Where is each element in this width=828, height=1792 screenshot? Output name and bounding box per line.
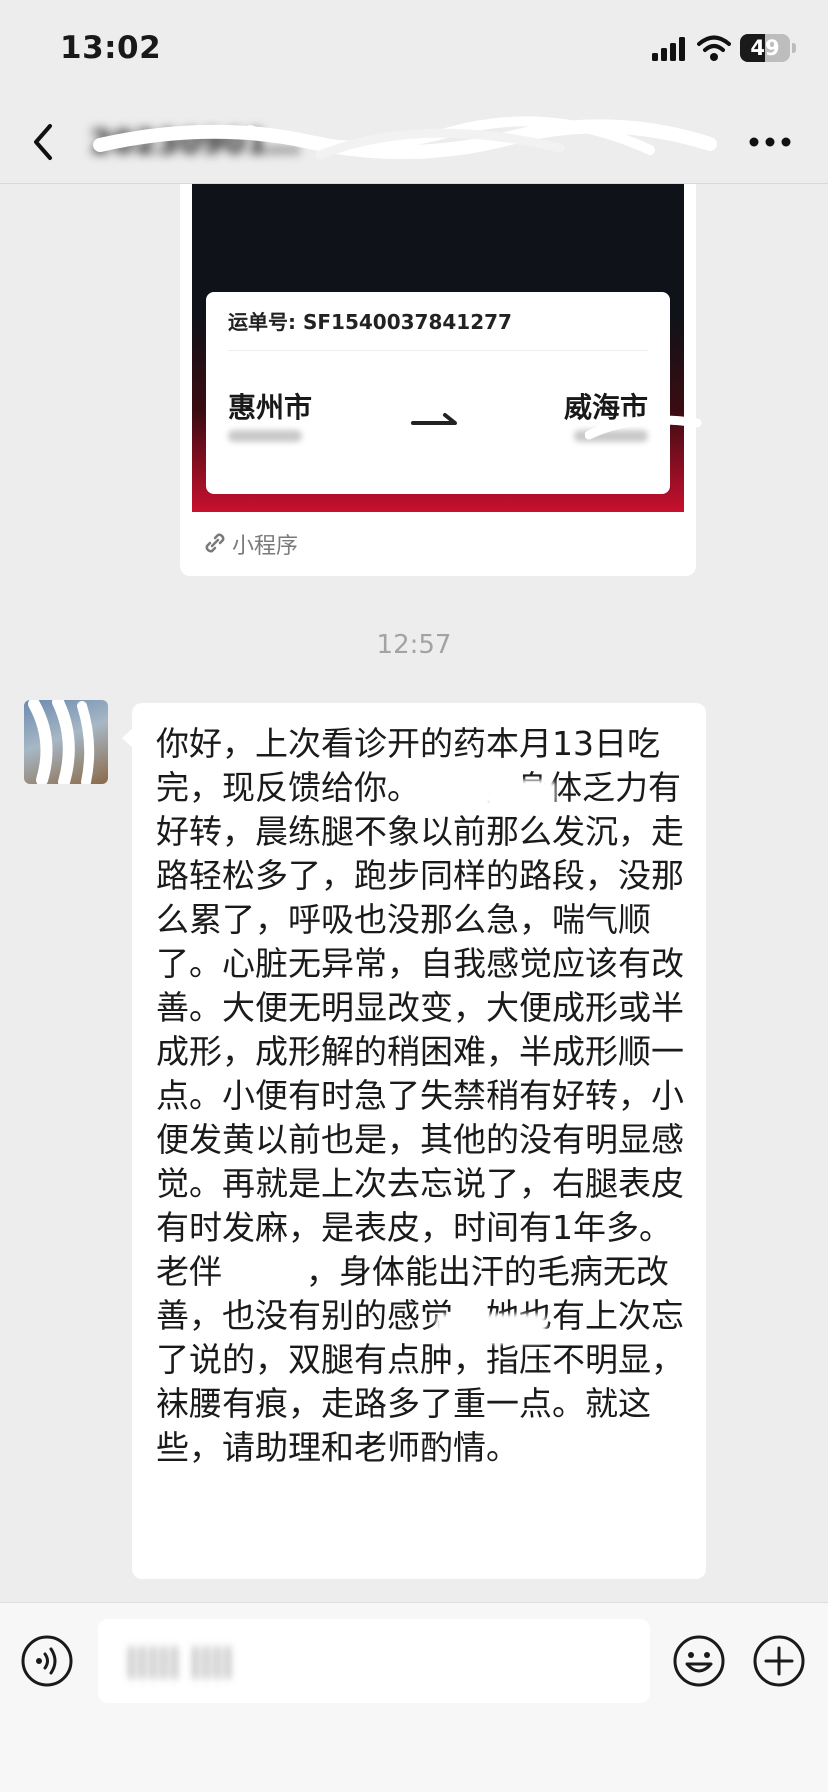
message-input[interactable]: ||||| |||| bbox=[98, 1619, 650, 1703]
message-text: 你好，上次看诊开的药本月13日吃完，现反馈给你。 ，身体乏力有好转，晨练腿不象以… bbox=[156, 724, 684, 1467]
waybill-divider bbox=[228, 350, 648, 351]
battery-tip bbox=[792, 43, 796, 53]
title-redaction-scribble bbox=[93, 116, 717, 160]
smiley-icon[interactable] bbox=[672, 1634, 726, 1688]
origin-detail-redacted bbox=[228, 430, 302, 442]
sender-avatar[interactable] bbox=[24, 700, 108, 784]
waybill-label: 运单号: bbox=[228, 310, 296, 334]
mini-program-label: 小程序 bbox=[232, 534, 299, 559]
ellipsis-icon[interactable] bbox=[748, 130, 792, 154]
message-redaction bbox=[485, 780, 555, 806]
chat-input-bar: ||||| |||| bbox=[0, 1602, 828, 1792]
signal-icon bbox=[652, 37, 685, 61]
message-redaction bbox=[436, 1314, 546, 1344]
status-bar: 13:02 49 bbox=[0, 0, 828, 100]
message-timestamp: 12:57 bbox=[376, 630, 452, 660]
chevron-left-icon[interactable] bbox=[28, 120, 58, 164]
waybill-number-row: 运单号: SF1540037841277 bbox=[228, 306, 512, 335]
chat-nav-bar: 20230901… bbox=[0, 100, 828, 184]
origin-city: 惠州市 bbox=[228, 391, 313, 424]
waybill-panel: 运单号: SF1540037841277 惠州市 威海市 bbox=[206, 292, 670, 494]
battery-level: 49 bbox=[750, 36, 780, 60]
mini-program-card[interactable]: 运单号: SF1540037841277 惠州市 威海市 小程序 bbox=[180, 150, 696, 576]
card-redaction-scribble bbox=[585, 415, 702, 440]
link-icon bbox=[205, 533, 225, 553]
battery-indicator: 49 bbox=[740, 34, 790, 62]
route-arrow-icon bbox=[411, 413, 457, 425]
waybill-number: SF1540037841277 bbox=[302, 310, 512, 334]
mini-program-cover: 运单号: SF1540037841277 惠州市 威海市 bbox=[192, 150, 684, 512]
status-time: 13:02 bbox=[60, 30, 162, 66]
avatar-redaction-scribble bbox=[28, 700, 95, 784]
plus-icon[interactable] bbox=[752, 1634, 806, 1688]
input-draft-text: ||||| |||| bbox=[126, 1641, 234, 1679]
wifi-icon bbox=[697, 35, 731, 61]
voice-icon[interactable] bbox=[20, 1634, 74, 1688]
